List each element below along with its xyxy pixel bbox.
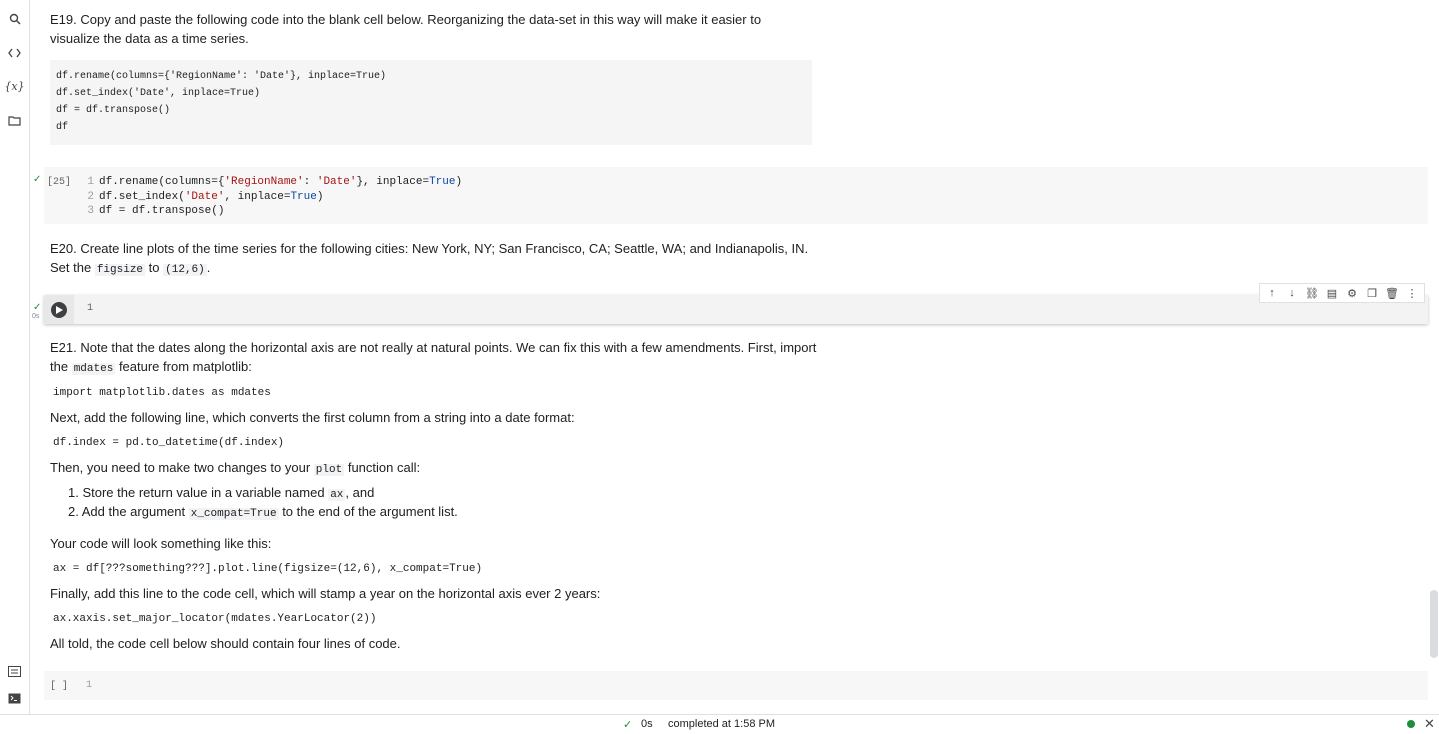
close-icon[interactable]: ✕	[1424, 716, 1435, 732]
code-token: )	[316, 190, 324, 203]
code-editor[interactable]: 1 df.rename(columns={'RegionName': 'Date'…	[86, 175, 462, 219]
e20-period: .	[206, 260, 211, 275]
import-code: import matplotlib.dates as mdates	[53, 387, 271, 399]
e21-paragraph-1: E21. Note that the dates along the horiz…	[50, 338, 820, 379]
move-up-icon[interactable]: ↑	[1264, 285, 1280, 301]
e20-text-to: to	[148, 260, 160, 275]
e20-text: E20. Create line plots of the time serie…	[50, 239, 830, 280]
e21-p1-code: mdates	[71, 363, 116, 375]
code-token: 'Date'	[316, 176, 357, 188]
e21-p3-code: plot	[313, 464, 345, 476]
e21-p3-text: Then, you need to make two changes to yo…	[50, 460, 311, 475]
link-icon[interactable]: ⛓	[1304, 285, 1320, 301]
code-token: True	[290, 190, 317, 203]
move-down-icon[interactable]: ↓	[1284, 285, 1300, 301]
e19-code-line: df	[56, 122, 69, 133]
status-check-icon: ✓	[623, 719, 633, 731]
e21-paragraph-3: Then, you need to make two changes to yo…	[50, 458, 810, 480]
settings-icon[interactable]: ⚙	[1344, 285, 1360, 301]
e19-code-block: df.rename(columns={'RegionName': 'Date'}…	[50, 60, 812, 145]
notebook-main: E19. Copy and paste the following code i…	[30, 0, 1439, 714]
active-cell-time: 0s	[32, 313, 40, 320]
status-bar: ✓ 0s completed at 1:58 PM ✕	[0, 714, 1439, 734]
code-token: df = df.transpose()	[99, 205, 225, 217]
li1-text: Store the return value in a variable nam…	[82, 485, 325, 500]
code-token: }, inplace=	[356, 176, 430, 188]
line-number: 1	[87, 176, 94, 188]
code-token: df.set_index(	[99, 190, 185, 203]
e19-text: E19. Copy and paste the following code i…	[50, 12, 762, 46]
li2-code: x_compat=True	[188, 508, 279, 520]
run-button-icon[interactable]	[51, 302, 67, 318]
e21-list-item-2: 2. Add the argument x_compat=True to the…	[68, 502, 828, 524]
code-token: )	[455, 176, 463, 188]
status-time: 0s	[641, 718, 653, 730]
locator-code: ax.xaxis.set_major_locator(mdates.YearLo…	[53, 613, 377, 625]
e21-paragraph-4: Your code will look something like this:	[50, 536, 272, 551]
comment-icon[interactable]: ▤	[1324, 285, 1340, 301]
e21-paragraph-5: Finally, add this line to the code cell,…	[50, 586, 601, 601]
code-token: :	[303, 176, 317, 188]
code-token: , inplace=	[224, 190, 291, 203]
li2-end: to the end of the argument list.	[282, 504, 458, 519]
cell25-status-check-icon: ✓	[33, 174, 42, 185]
execution-count: [ ]	[50, 681, 69, 692]
variables-icon[interactable]: {x}	[4, 78, 24, 95]
list-number: 2.	[68, 504, 79, 519]
status-text: completed at 1:58 PM	[668, 718, 776, 730]
execution-count: [25]	[47, 177, 72, 188]
sidebar: {x}	[0, 0, 30, 714]
active-code-cell[interactable]: 1	[44, 295, 1428, 324]
code-token: df.rename(columns={	[99, 176, 225, 188]
code-token: True	[429, 176, 456, 188]
terminal-icon[interactable]	[6, 690, 23, 707]
code-cell-25[interactable]: [25] 1 df.rename(columns={'RegionName': '…	[44, 167, 1428, 224]
code-line: 3 df = df.transpose()	[86, 204, 462, 219]
code-line: 1 df.rename(columns={'RegionName': 'Date'…	[86, 175, 462, 190]
e21-paragraph-2: Next, add the following line, which conv…	[50, 410, 575, 425]
cell-toolbar: ↑ ↓ ⛓ ▤ ⚙ ❐ 🗑 ⋮	[1259, 283, 1425, 303]
delete-icon[interactable]: 🗑	[1384, 285, 1400, 301]
datetime-code: df.index = pd.to_datetime(df.index)	[53, 437, 285, 449]
command-palette-icon[interactable]	[6, 663, 23, 680]
e20-code-figsize: figsize	[94, 264, 146, 276]
scrollbar-thumb[interactable]	[1430, 590, 1438, 658]
e19-code-line: df.rename(columns={'RegionName': 'Date'}…	[56, 71, 387, 82]
list-number: 1.	[68, 485, 79, 500]
line-number: 3	[87, 205, 94, 217]
mirror-cell-icon[interactable]: ❐	[1364, 285, 1380, 301]
li2-text: Add the argument	[81, 504, 186, 519]
code-token: 'RegionName'	[224, 176, 304, 188]
ax-code: ax = df[???something???].plot.line(figsi…	[53, 563, 483, 575]
e21-p1-end: feature from matplotlib:	[118, 359, 252, 374]
connection-status-icon	[1407, 720, 1415, 728]
e20-code-value: (12,6)	[163, 264, 207, 276]
li1-end: , and	[345, 485, 375, 500]
code-line: 2 df.set_index('Date', inplace=True)	[86, 190, 462, 205]
e19-code-line: df.set_index('Date', inplace=True)	[56, 88, 261, 99]
line-number: 1	[87, 303, 94, 314]
search-icon[interactable]	[6, 10, 23, 27]
li1-code: ax	[328, 489, 346, 501]
line-number: 2	[87, 190, 94, 203]
folder-icon[interactable]	[6, 112, 23, 129]
e21-p3-end: function call:	[347, 460, 421, 475]
code-icon[interactable]	[6, 44, 23, 61]
code-token: 'Date'	[184, 190, 225, 203]
line-number: 1	[86, 680, 93, 691]
empty-code-cell[interactable]: [ ] 1	[44, 671, 1428, 700]
active-cell-check-icon: ✓	[33, 302, 42, 313]
e19-code-line: df = df.transpose()	[56, 105, 171, 116]
more-icon[interactable]: ⋮	[1404, 285, 1420, 301]
e21-paragraph-6: All told, the code cell below should con…	[50, 636, 401, 651]
